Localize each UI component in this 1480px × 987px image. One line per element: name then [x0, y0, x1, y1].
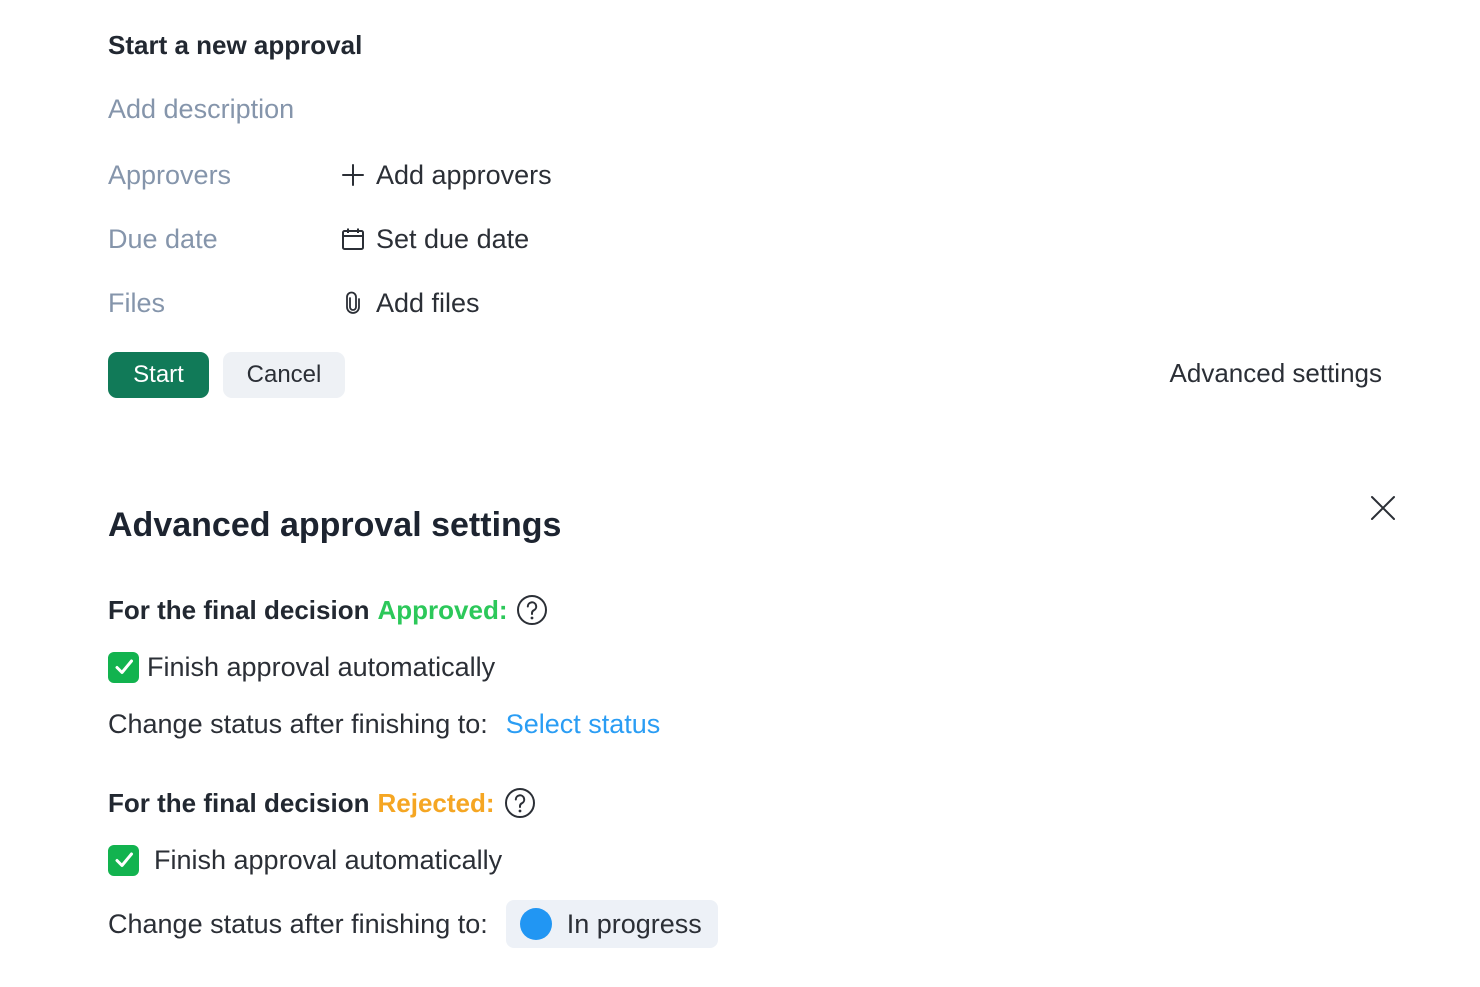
advanced-settings-title: Advanced approval settings [108, 506, 562, 544]
approved-decision-heading: For the final decision Approved: [108, 590, 549, 630]
approved-finish-auto-checkbox[interactable] [108, 651, 139, 683]
cancel-button[interactable]: Cancel [223, 352, 345, 398]
approved-finish-auto-label: Finish approval automatically [147, 651, 496, 682]
approved-finish-auto-checkbox-row[interactable]: Finish approval automatically [108, 649, 495, 685]
due-date-row: Due date Set due date [108, 219, 529, 259]
files-label: Files [108, 287, 166, 318]
question-circle-icon[interactable] [515, 593, 549, 627]
rejected-status-label: Change status after finishing to: [108, 908, 488, 939]
files-row: Files Add files [108, 283, 480, 323]
rejected-status-row: Change status after finishing to: In pro… [108, 900, 718, 948]
set-due-date-button[interactable]: Set due date [340, 224, 529, 255]
due-date-label: Due date [108, 223, 218, 254]
rejected-decision-heading: For the final decision Rejected: [108, 783, 537, 823]
set-due-date-label: Set due date [376, 223, 530, 254]
status-dot-icon [519, 908, 552, 940]
add-approvers-button[interactable]: Add approvers [340, 160, 552, 191]
close-icon[interactable] [1366, 491, 1400, 525]
calendar-icon [340, 226, 366, 252]
approvers-row: Approvers Add approvers [108, 155, 552, 195]
rejected-finish-auto-checkbox-row[interactable]: Finish approval automatically [108, 842, 502, 878]
status-select-chip[interactable]: In progress [505, 900, 718, 948]
question-circle-icon[interactable] [503, 786, 537, 820]
select-status-link[interactable]: Select status [506, 709, 661, 740]
plus-icon [340, 162, 366, 188]
rejected-finish-auto-checkbox[interactable] [108, 844, 139, 876]
paperclip-icon [340, 290, 366, 316]
advanced-settings-link[interactable]: Advanced settings [1170, 358, 1382, 389]
start-button[interactable]: Start [108, 352, 209, 398]
add-files-label: Add files [376, 287, 480, 318]
rejected-finish-auto-label: Finish approval automatically [154, 844, 503, 875]
add-approvers-label: Add approvers [376, 159, 552, 190]
rejected-heading-prefix: For the final decision [108, 787, 370, 818]
approved-status-label: Change status after finishing to: [108, 708, 488, 739]
add-description-field[interactable]: Add description [108, 94, 294, 125]
rejected-keyword: Rejected: [377, 787, 495, 818]
add-files-button[interactable]: Add files [340, 288, 480, 319]
approved-keyword: Approved: [377, 594, 508, 625]
form-title: Start a new approval [108, 30, 363, 60]
approved-heading-prefix: For the final decision [108, 594, 370, 625]
status-chip-label: In progress [566, 908, 702, 939]
approved-status-row: Change status after finishing to: Select… [108, 700, 660, 748]
approvers-label: Approvers [108, 159, 232, 190]
